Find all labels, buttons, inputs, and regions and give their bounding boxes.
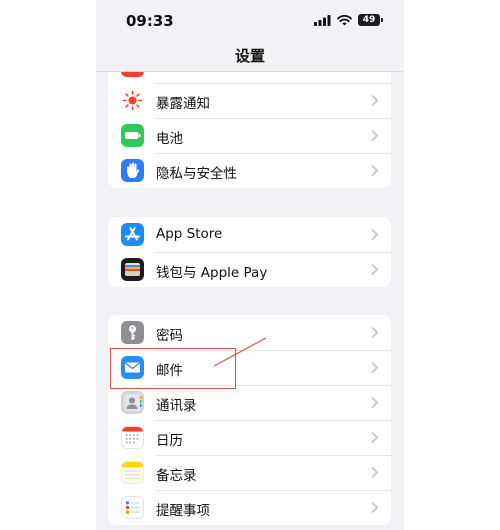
row-label: 密码	[156, 328, 183, 344]
status-bar: 09:33 49	[96, 0, 404, 40]
chevron-right-icon	[371, 432, 378, 443]
settings-screen: 09:33 49 设置 暴露通知 电池 隐私与安全性 App Store 钱包与…	[96, 0, 404, 530]
hand-icon	[121, 159, 144, 182]
settings-row-notes[interactable]: 备忘录	[108, 455, 391, 490]
calendar-icon	[121, 426, 144, 449]
nav-bar: 设置	[96, 40, 404, 72]
reminders-icon	[121, 496, 144, 519]
row-label: 通讯录	[156, 398, 197, 414]
notes-icon	[121, 461, 144, 484]
chevron-right-icon	[371, 229, 378, 240]
settings-row-app-store[interactable]: App Store	[108, 217, 391, 252]
settings-row-wallet[interactable]: 钱包与 Apple Pay	[108, 252, 391, 287]
battery-level: 49	[362, 15, 376, 25]
row-label: 钱包与 Apple Pay	[156, 265, 268, 281]
chevron-right-icon	[371, 264, 378, 275]
page-title: 设置	[234, 47, 265, 65]
row-label: 暴露通知	[156, 96, 210, 112]
chevron-right-icon	[371, 467, 378, 478]
settings-group-3: 密码 邮件 通讯录 日历 备忘录 提醒事项	[108, 315, 391, 525]
contacts-icon	[121, 391, 144, 414]
settings-row-calendar[interactable]: 日历	[108, 420, 391, 455]
chevron-right-icon	[371, 165, 378, 176]
row-label: 备忘录	[156, 468, 197, 484]
wifi-icon	[337, 14, 352, 25]
chevron-right-icon	[371, 397, 378, 408]
row-label: 日历	[156, 433, 183, 449]
status-icons: 49	[314, 13, 383, 27]
wallet-icon	[121, 258, 144, 281]
settings-row-passwords[interactable]: 密码	[108, 315, 391, 350]
row-label: 电池	[156, 131, 183, 147]
key-icon	[121, 321, 144, 344]
chevron-right-icon	[371, 362, 378, 373]
chevron-right-icon	[371, 130, 378, 141]
settings-row-battery[interactable]: 电池	[108, 118, 391, 153]
settings-group-2: App Store 钱包与 Apple Pay	[108, 217, 391, 287]
row-label: 提醒事项	[156, 503, 210, 519]
app-store-icon	[121, 223, 144, 246]
chevron-right-icon	[371, 502, 378, 513]
settings-row-reminders[interactable]: 提醒事项	[108, 490, 391, 525]
battery-icon: 49	[358, 14, 383, 26]
row-label: App Store	[156, 226, 223, 242]
chevron-right-icon	[371, 327, 378, 338]
signal-icon	[314, 14, 331, 26]
chevron-right-icon	[371, 95, 378, 106]
annotation-highlight-box	[110, 348, 236, 389]
status-time: 09:33	[126, 12, 174, 30]
settings-row-contacts[interactable]: 通讯录	[108, 385, 391, 420]
row-label: 隐私与安全性	[156, 166, 237, 182]
settings-row-exposure-notifications[interactable]: 暴露通知	[108, 83, 391, 118]
battery-icon	[121, 124, 144, 147]
exposure-notification-icon	[121, 89, 144, 112]
settings-row-privacy[interactable]: 隐私与安全性	[108, 153, 391, 188]
